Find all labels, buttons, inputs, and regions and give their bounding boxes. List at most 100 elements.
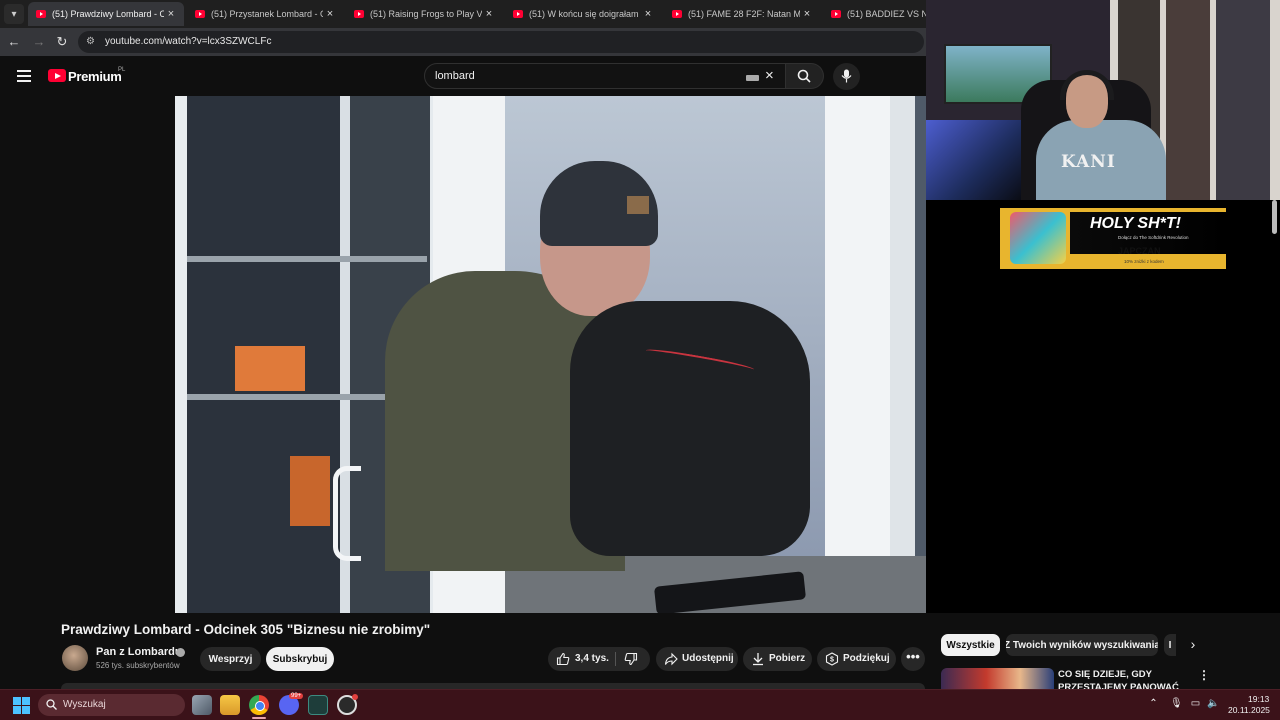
youtube-premium-logo-text[interactable]: Premium [68, 69, 122, 84]
tab-close-icon[interactable]: × [641, 8, 655, 20]
chrome-icon[interactable] [249, 695, 269, 715]
video-shelf [187, 256, 427, 262]
windows-start-icon[interactable] [13, 697, 30, 714]
super-thanks-icon: $ [825, 652, 839, 666]
more-actions-button[interactable]: ••• [901, 647, 925, 671]
thanks-button[interactable]: $ Podziękuj [817, 647, 896, 671]
tab-title: (51) FAME 28 F2F: Natan Marco [688, 9, 800, 19]
reload-icon[interactable]: ↻ [54, 34, 70, 50]
active-app-indicator [252, 717, 266, 719]
page-scrollbar[interactable] [1272, 200, 1277, 234]
youtube-favicon-icon [195, 10, 205, 18]
video-door-handle [333, 466, 361, 561]
tab-close-icon[interactable]: × [164, 8, 178, 20]
clear-search-icon[interactable]: × [765, 68, 774, 84]
volume-icon[interactable]: 🔈 [1207, 698, 1219, 709]
channel-name[interactable]: Pan z Lombardu [96, 646, 182, 658]
sponsor-footer: 10% zniżki z kodem [1124, 259, 1164, 264]
browser-tab[interactable]: (51) Raising Frogs to Play Vide × [346, 2, 502, 26]
youtube-favicon-icon [513, 10, 523, 18]
tab-title: (51) Raising Frogs to Play Vide [370, 9, 482, 19]
hamburger-menu-icon[interactable] [17, 70, 31, 82]
browser-tab[interactable]: (51) FAME 28 F2F: Natan Marco × [664, 2, 820, 26]
search-icon [797, 69, 811, 83]
youtube-favicon-icon [354, 10, 364, 18]
taskbar-search-placeholder: Wyszukaj [63, 699, 106, 710]
address-bar[interactable]: ⚙ youtube.com/watch?v=lcx3SZWCLFc [78, 31, 924, 53]
headset-icon [1060, 70, 1114, 100]
chip-all[interactable]: Wszystkie [941, 634, 1000, 656]
windows-taskbar: Wyszukaj 99+ ⌃ 🎙 ▭ 🔈 19:13 20.11.2025 [0, 689, 1280, 720]
url-text: youtube.com/watch?v=lcx3SZWCLFc [105, 36, 272, 47]
search-input[interactable]: lombard × [424, 63, 786, 89]
clock-time[interactable]: 19:13 [1248, 694, 1269, 704]
task-view-icon[interactable] [192, 695, 212, 715]
share-button[interactable]: Udostępnij [656, 647, 738, 671]
svg-text:$: $ [830, 657, 834, 664]
tab-close-icon[interactable]: × [800, 8, 814, 20]
chip-from-search-results[interactable]: Z Twoich wyników wyszukiwania [1006, 634, 1158, 656]
sponsor-brand: JAPCZAN [1118, 246, 1161, 256]
subscribe-button[interactable]: Subskrybuj [266, 647, 334, 671]
network-icon[interactable]: ▭ [1190, 698, 1201, 709]
search-query-text: lombard [435, 70, 475, 82]
video-box [290, 456, 330, 526]
video-box [235, 346, 305, 391]
youtube-favicon-icon [831, 10, 841, 18]
browser-tab[interactable]: (51) Prawdziwy Lombard - Odc × [28, 2, 184, 26]
chip-next[interactable]: I [1164, 634, 1176, 656]
microphone-icon [841, 69, 852, 83]
tab-search-dropdown-icon[interactable]: ▾ [4, 4, 24, 24]
discord-notification-badge: 99+ [289, 693, 304, 699]
sponsor-subtitle: Dołącz do The Softdrink Revolution [1118, 235, 1189, 240]
clock-date[interactable]: 20.11.2025 [1228, 705, 1270, 715]
youtube-logo-icon[interactable] [48, 69, 66, 82]
streamer-webcam: KANI [926, 0, 1280, 200]
chevron-right-icon[interactable]: › [1186, 636, 1200, 652]
video-backpack [570, 301, 810, 556]
like-count[interactable]: 3,4 tys. [575, 653, 609, 664]
recommended-video-title[interactable]: CO SIĘ DZIEJE, GDY PRZESTAJEMY PANOWAĆ N… [1058, 668, 1188, 689]
browser-tab[interactable]: (51) Przystanek Lombard - Odc × [187, 2, 343, 26]
thumbs-down-icon[interactable] [624, 652, 638, 666]
keyboard-icon[interactable] [746, 75, 759, 81]
channel-avatar[interactable] [62, 645, 88, 671]
download-icon [753, 653, 763, 666]
thanks-label: Podziękuj [843, 653, 890, 664]
sponsor-title: HOLY SH*T! [1090, 215, 1181, 232]
youtube-favicon-icon [36, 10, 46, 18]
support-button[interactable]: Wesprzyj [200, 647, 261, 671]
forward-arrow-icon[interactable]: → [31, 34, 47, 50]
search-button[interactable] [786, 63, 824, 89]
share-label: Udostępnij [682, 653, 734, 664]
browser-tab[interactable]: (51) BADDIEZ VS NATAL [823, 2, 926, 26]
taskbar-search-input[interactable]: Wyszukaj [38, 694, 185, 716]
microphone-icon[interactable]: 🎙 [1170, 698, 1183, 709]
back-arrow-icon[interactable]: ← [6, 34, 22, 50]
product-pack-image [1010, 212, 1066, 264]
recommended-video-thumbnail[interactable] [941, 668, 1054, 689]
thumbs-up-icon[interactable] [556, 652, 570, 666]
video-beanie-patch [627, 196, 649, 214]
youtube-favicon-icon [672, 10, 682, 18]
tab-title: (51) Prawdziwy Lombard - Odc [52, 9, 164, 19]
site-info-icon[interactable]: ⚙ [86, 36, 98, 48]
download-button[interactable]: Pobierz [743, 647, 812, 671]
tab-close-icon[interactable]: × [482, 8, 496, 20]
file-explorer-icon[interactable] [220, 695, 240, 715]
browser-tab[interactable]: (51) W końcu się doigrałam - w × [505, 2, 661, 26]
tab-title: (51) BADDIEZ VS NATAL [847, 9, 926, 19]
like-dislike-group: 3,4 tys. [548, 647, 650, 671]
tab-close-icon[interactable]: × [323, 8, 337, 20]
webcam-led-lights [926, 120, 1021, 200]
voice-search-button[interactable] [833, 63, 860, 90]
youtube-header: Premium PL lombard × [0, 56, 926, 96]
kebab-menu-icon[interactable]: ⋮ [1198, 668, 1210, 682]
webcam-shirt-text: KANI [1061, 152, 1116, 172]
browser-toolbar: ← → ↻ ⚙ youtube.com/watch?v=lcx3SZWCLFc [0, 28, 926, 56]
terminal-icon[interactable] [308, 695, 328, 715]
tray-overflow-icon[interactable]: ⌃ [1148, 698, 1159, 709]
sponsor-banner: HOLY SH*T! Dołącz do The Softdrink Revol… [1000, 208, 1226, 269]
search-icon [46, 699, 57, 710]
download-label: Pobierz [769, 653, 806, 664]
